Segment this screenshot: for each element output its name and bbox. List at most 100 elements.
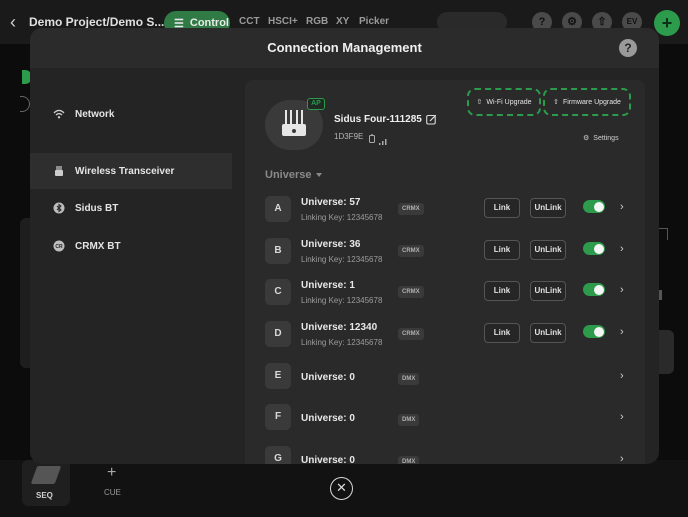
protocol-badge: DMX bbox=[398, 456, 420, 464]
link-button[interactable]: Link bbox=[484, 323, 520, 343]
svg-text:CR: CR bbox=[55, 244, 63, 250]
sidebar: Network Wireless Transceiver Sidus BT CR… bbox=[30, 68, 232, 464]
universe-letter: E bbox=[265, 363, 291, 389]
wifi-icon bbox=[52, 107, 66, 121]
battery-icon bbox=[369, 130, 375, 148]
edit-icon[interactable] bbox=[426, 112, 437, 130]
universe-row-a: A Universe: 57 Linking Key: 12345678 CRM… bbox=[265, 193, 635, 233]
firmware-upgrade-button[interactable]: ⇧ Firmware Upgrade bbox=[543, 88, 631, 116]
settings-label: Settings bbox=[593, 134, 619, 142]
sidebar-item-network[interactable]: Network bbox=[30, 96, 232, 132]
linking-key: Linking Key: 12345678 bbox=[301, 338, 383, 347]
universe-toggle[interactable] bbox=[583, 242, 605, 255]
device-panel: AP Sidus Four-111285 1D3F9E ⇧ Wi-Fi Upgr… bbox=[245, 80, 645, 464]
link-button[interactable]: Link bbox=[484, 281, 520, 301]
universe-row-b: B Universe: 36 Linking Key: 12345678 CRM… bbox=[265, 235, 635, 275]
chevron-right-icon[interactable]: › bbox=[620, 326, 624, 338]
universe-letter: G bbox=[265, 446, 291, 464]
toggle-knob bbox=[593, 284, 604, 295]
sidebar-item-label: CRMX BT bbox=[75, 240, 121, 252]
chevron-right-icon[interactable]: › bbox=[620, 201, 624, 213]
wifi-upgrade-button[interactable]: ⇧ Wi-Fi Upgrade bbox=[467, 88, 541, 116]
close-dialog-button[interactable]: ✕ bbox=[330, 477, 353, 500]
ap-badge: AP bbox=[307, 98, 325, 110]
universe-row-d: D Universe: 12340 Linking Key: 12345678 … bbox=[265, 318, 635, 358]
unlink-button[interactable]: UnLink bbox=[530, 240, 566, 260]
tab-cct[interactable]: CCT bbox=[239, 16, 260, 27]
sidebar-item-label: Wireless Transceiver bbox=[75, 165, 175, 177]
chevron-down-icon bbox=[316, 173, 323, 177]
toggle-knob bbox=[593, 243, 604, 254]
project-title[interactable]: Demo Project/Demo S... bbox=[29, 15, 164, 29]
universe-name: Universe: 0 bbox=[301, 455, 355, 464]
chevron-right-icon[interactable]: › bbox=[620, 284, 624, 296]
signal-icon bbox=[379, 132, 387, 150]
background-indicator bbox=[20, 96, 30, 112]
chevron-right-icon[interactable]: › bbox=[620, 370, 624, 382]
device-name: Sidus Four-111285 bbox=[334, 114, 422, 125]
cue-label: CUE bbox=[104, 488, 121, 497]
help-button[interactable]: ? bbox=[619, 39, 637, 57]
back-chevron-icon[interactable]: ‹ bbox=[10, 13, 24, 31]
toggle-knob bbox=[593, 326, 604, 337]
chevron-right-icon[interactable]: › bbox=[620, 453, 624, 464]
universe-toggle[interactable] bbox=[583, 325, 605, 338]
add-cue-icon[interactable]: + bbox=[107, 464, 116, 482]
universe-dropdown[interactable]: Universe bbox=[265, 169, 323, 181]
crmx-icon: CR bbox=[52, 239, 66, 253]
universe-name: Universe: 57 bbox=[301, 197, 361, 208]
universe-toggle[interactable] bbox=[583, 200, 605, 213]
sidebar-item-wireless-transceiver[interactable]: Wireless Transceiver bbox=[30, 153, 232, 189]
universe-row-c: C Universe: 1 Linking Key: 12345678 CRMX… bbox=[265, 276, 635, 316]
sidebar-item-label: Network bbox=[75, 108, 115, 120]
upload-icon: ⇧ bbox=[553, 99, 559, 106]
link-button[interactable]: Link bbox=[484, 198, 520, 218]
universe-name: Universe: 0 bbox=[301, 413, 355, 424]
tab-picker[interactable]: Picker bbox=[359, 16, 389, 27]
wifi-upgrade-label: Wi-Fi Upgrade bbox=[486, 98, 532, 106]
linking-key: Linking Key: 12345678 bbox=[301, 255, 383, 264]
connection-management-dialog: Connection Management ? Network Wireless… bbox=[30, 28, 659, 464]
universe-name: Universe: 0 bbox=[301, 372, 355, 383]
dialog-title: Connection Management bbox=[267, 40, 422, 55]
universe-letter: A bbox=[265, 196, 291, 222]
sidebar-item-sidus-bt[interactable]: Sidus BT bbox=[30, 190, 232, 226]
linking-key: Linking Key: 12345678 bbox=[301, 213, 383, 222]
universe-row-e: E Universe: 0 DMX › bbox=[265, 360, 635, 400]
unlink-button[interactable]: UnLink bbox=[530, 281, 566, 301]
device-id: 1D3F9E bbox=[334, 132, 364, 141]
protocol-badge: CRMX bbox=[398, 203, 424, 215]
universe-name: Universe: 36 bbox=[301, 239, 361, 250]
universe-letter: C bbox=[265, 279, 291, 305]
universe-row-g: G Universe: 0 DMX › bbox=[265, 443, 635, 464]
universe-toggle[interactable] bbox=[583, 283, 605, 296]
universe-letter: B bbox=[265, 238, 291, 264]
protocol-badge: DMX bbox=[398, 414, 420, 426]
universe-name: Universe: 1 bbox=[301, 280, 355, 291]
protocol-badge: CRMX bbox=[398, 328, 424, 340]
dialog-header: Connection Management ? bbox=[30, 28, 659, 68]
universe-letter: D bbox=[265, 321, 291, 347]
unlink-button[interactable]: UnLink bbox=[530, 198, 566, 218]
unlink-button[interactable]: UnLink bbox=[530, 323, 566, 343]
gear-icon: ⚙ bbox=[583, 135, 590, 142]
universe-header-label: Universe bbox=[265, 169, 312, 181]
tab-xy[interactable]: XY bbox=[336, 16, 349, 27]
toggle-knob bbox=[593, 201, 604, 212]
linking-key: Linking Key: 12345678 bbox=[301, 296, 383, 305]
settings-button[interactable]: ⚙ Settings bbox=[583, 134, 619, 143]
protocol-badge: CRMX bbox=[398, 286, 424, 298]
sidebar-item-crmx-bt[interactable]: CR CRMX BT bbox=[30, 228, 232, 264]
universe-row-f: F Universe: 0 DMX › bbox=[265, 401, 635, 441]
upload-icon: ⇧ bbox=[476, 99, 483, 106]
firmware-upgrade-label: Firmware Upgrade bbox=[562, 98, 621, 106]
link-button[interactable]: Link bbox=[484, 240, 520, 260]
tab-hsci[interactable]: HSCI+ bbox=[268, 16, 298, 27]
chevron-right-icon[interactable]: › bbox=[620, 243, 624, 255]
chevron-right-icon[interactable]: › bbox=[620, 411, 624, 423]
seq-label: SEQ bbox=[36, 491, 53, 500]
tab-rgb[interactable]: RGB bbox=[306, 16, 328, 27]
protocol-badge: DMX bbox=[398, 373, 420, 385]
sidebar-item-label: Sidus BT bbox=[75, 202, 119, 214]
universe-letter: F bbox=[265, 404, 291, 430]
